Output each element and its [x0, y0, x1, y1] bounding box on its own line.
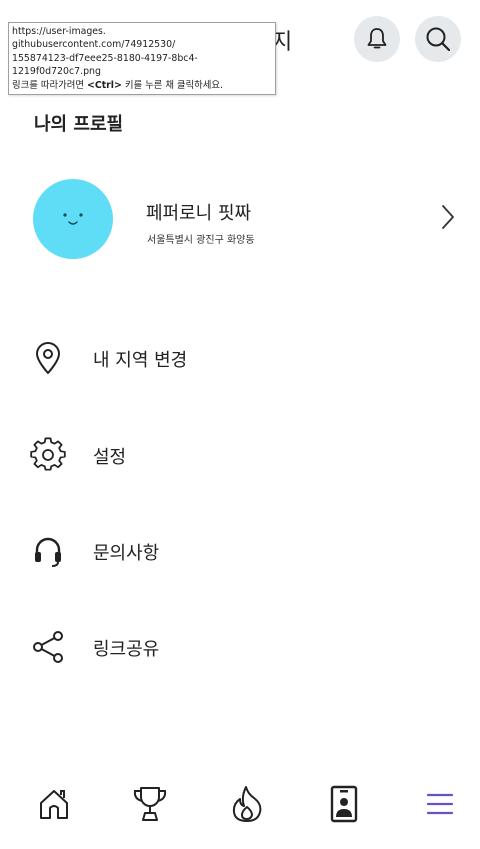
- profile-location: 서울특별시 광진구 화양동: [147, 235, 255, 246]
- tooltip-hint-suffix: 키를 누른 채 클릭하세요.: [121, 79, 224, 91]
- menu-item-share-link[interactable]: 링크공유: [0, 623, 480, 671]
- menu-label-inquiry: 문의사항: [93, 543, 160, 564]
- chevron-right-icon[interactable]: [438, 203, 458, 231]
- menu-label-settings: 설정: [93, 447, 127, 468]
- nav-hot[interactable]: [219, 776, 275, 832]
- nav-ranking[interactable]: [122, 776, 178, 832]
- search-button[interactable]: [415, 16, 461, 62]
- id-card-icon: [330, 785, 358, 823]
- smiley-face-icon: [63, 213, 83, 225]
- nav-profile-card[interactable]: [316, 776, 372, 832]
- profile-name: 페퍼로니 핏짜: [146, 203, 252, 224]
- menu-item-inquiry[interactable]: 문의사항: [0, 527, 480, 575]
- menu-label-share-link: 링크공유: [93, 639, 160, 660]
- nav-home[interactable]: [26, 776, 82, 832]
- link-tooltip: https://user-images. githubusercontent.c…: [8, 22, 276, 96]
- tooltip-url-line-3: 155874123-df7eee25-8180-4197-8bc4-: [12, 52, 198, 64]
- headset-icon: [35, 537, 61, 567]
- tooltip-url-line-1: https://user-images.: [12, 26, 106, 37]
- avatar: [33, 179, 113, 259]
- tooltip-url-line-4: 1219f0d720c7.png: [12, 66, 101, 78]
- search-icon: [426, 27, 451, 52]
- tooltip-hint-key: <Ctrl>: [86, 79, 122, 91]
- bell-icon: [367, 28, 387, 49]
- notification-button[interactable]: [354, 16, 400, 62]
- menu-icon: [426, 793, 454, 815]
- tooltip-hint-prefix: 링크를 따라가려면: [12, 79, 87, 91]
- trophy-icon: [133, 787, 167, 821]
- flame-icon: [232, 786, 262, 822]
- gear-icon: [30, 437, 66, 471]
- menu-label-change-region: 내 지역 변경: [93, 350, 188, 371]
- profile-card[interactable]: 페퍼로니 핏짜 서울특별시 광진구 화양동: [0, 175, 480, 261]
- menu-item-settings[interactable]: 설정: [0, 431, 480, 479]
- tooltip-url-line-2: githubusercontent.com/74912530/: [12, 39, 176, 51]
- menu-item-change-region[interactable]: 내 지역 변경: [0, 334, 480, 382]
- bottom-navigation: [0, 776, 480, 836]
- share-icon: [33, 631, 63, 663]
- location-pin-icon: [36, 342, 60, 374]
- home-icon: [40, 790, 68, 819]
- nav-menu[interactable]: [412, 776, 468, 832]
- profile-section-title: 나의 프로필: [34, 114, 124, 135]
